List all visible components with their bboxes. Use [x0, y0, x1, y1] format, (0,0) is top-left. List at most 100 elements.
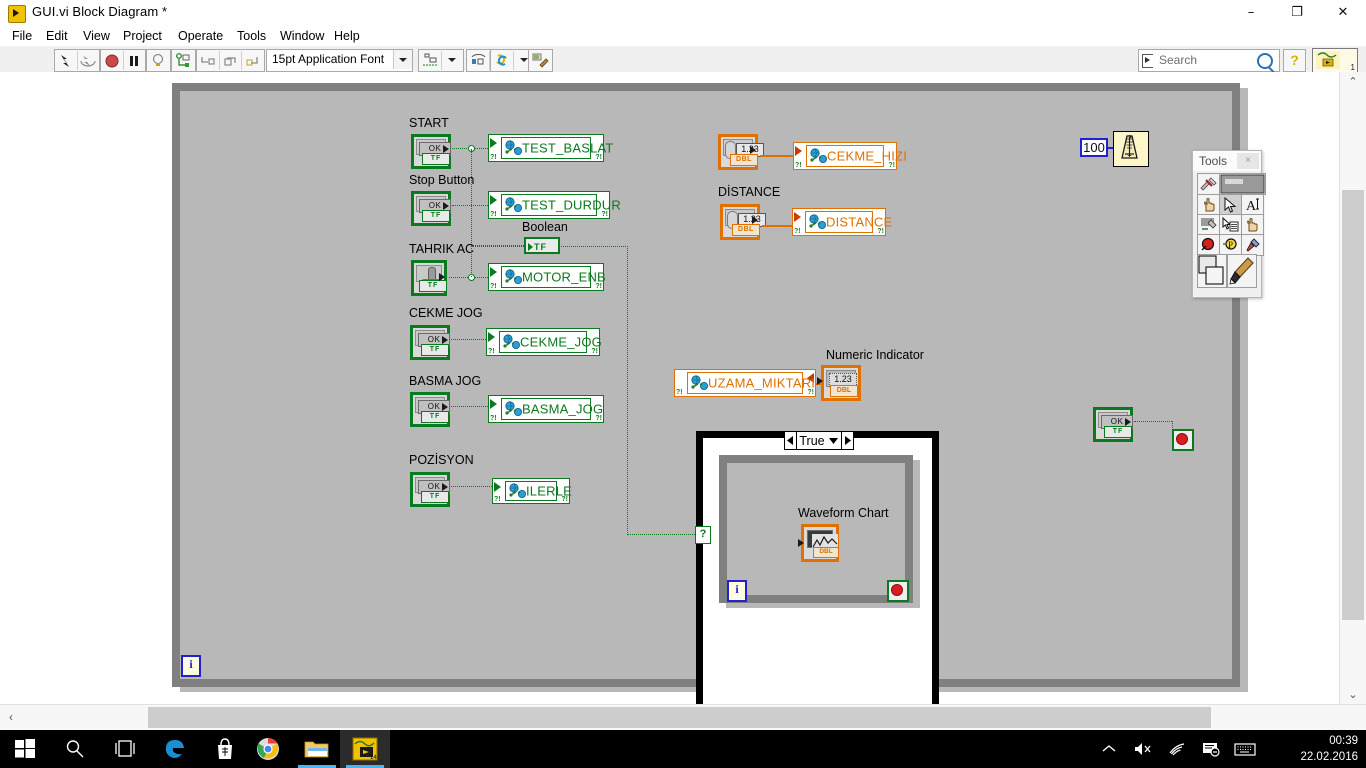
- menu-project[interactable]: Project: [117, 26, 168, 46]
- step-into-button[interactable]: [197, 51, 220, 70]
- horizontal-scroll-thumb[interactable]: [148, 707, 1211, 728]
- maximize-button[interactable]: ❐: [1274, 0, 1320, 26]
- edit-text-icon[interactable]: A: [1241, 194, 1264, 216]
- menu-tools[interactable]: Tools: [231, 26, 272, 46]
- touch-keyboard-icon[interactable]: [1228, 730, 1262, 768]
- inner-loop-stop-terminal[interactable]: [887, 580, 909, 602]
- case-selector-terminal[interactable]: ?: [695, 526, 711, 544]
- shared-variable-ilerle[interactable]: ILERLE ?! ?!: [492, 478, 572, 504]
- tools-palette-close-icon[interactable]: ×: [1237, 153, 1259, 169]
- wire-start-out[interactable]: [452, 148, 469, 149]
- wire-tahrik-to-bool-up[interactable]: [471, 245, 472, 277]
- align-objects-button[interactable]: [419, 51, 442, 70]
- inner-loop-iteration-terminal[interactable]: i: [727, 580, 747, 602]
- highlight-execution-button[interactable]: [147, 51, 169, 70]
- case-prev-arrow-icon[interactable]: [785, 432, 798, 449]
- action-center-icon[interactable]: [1194, 730, 1228, 768]
- case-dropdown-arrow-icon[interactable]: [827, 432, 841, 449]
- wait-constant-100[interactable]: 100: [1080, 138, 1108, 157]
- run-continuously-button[interactable]: [78, 51, 100, 70]
- shared-variable-test-durdur[interactable]: TEST_DURDUR ?! ?!: [488, 191, 621, 219]
- context-help-button[interactable]: ?: [1283, 49, 1306, 72]
- network-wifi-icon[interactable]: [1160, 730, 1194, 768]
- retain-wire-values-button[interactable]: [172, 51, 194, 70]
- vertical-scrollbar[interactable]: ⌃ ⌄: [1339, 72, 1366, 705]
- clock[interactable]: 00:39 22.02.2016: [1300, 733, 1358, 765]
- set-color-icon[interactable]: [1197, 254, 1227, 288]
- vi-icon-badge[interactable]: 1: [1312, 48, 1358, 73]
- waveform-chart-terminal[interactable]: DBL: [798, 524, 839, 562]
- shared-variable-motor-enb[interactable]: MOTOR_ENB ?! ?!: [488, 263, 606, 291]
- edge-browser-button[interactable]: [150, 730, 200, 768]
- labview-taskbar-button[interactable]: 14: [340, 730, 390, 768]
- pause-button[interactable]: [124, 51, 146, 70]
- block-diagram-canvas[interactable]: i START OK TF TEST_BASLAT ?! ?! Stop But…: [0, 72, 1340, 705]
- position-size-select-icon[interactable]: [1219, 194, 1242, 216]
- control-terminal-cekme-jog[interactable]: OK TF: [410, 325, 450, 360]
- shared-variable-cekme-hizi[interactable]: CEKME_HIZI ?! ?!: [793, 142, 907, 170]
- shared-variable-uzama-miktari[interactable]: UZAMA_MIKTARI ?! ?!: [674, 369, 816, 397]
- font-selector[interactable]: 15pt Application Font: [266, 49, 413, 72]
- menu-window[interactable]: Window: [274, 26, 330, 46]
- scroll-down-button[interactable]: ⌄: [1340, 685, 1366, 705]
- case-next-arrow-icon[interactable]: [840, 432, 853, 449]
- close-button[interactable]: ✕: [1320, 0, 1366, 26]
- wire-stop-to-var[interactable]: [452, 205, 488, 206]
- operate-value-icon[interactable]: [1197, 194, 1220, 216]
- step-over-button[interactable]: [220, 51, 243, 70]
- control-terminal-tahrik-ac[interactable]: TF: [411, 260, 447, 296]
- control-terminal-stop-button[interactable]: OK TF: [411, 191, 451, 226]
- numeric-control-cekme-hizi[interactable]: 1.23 DBL: [718, 134, 764, 170]
- menu-file[interactable]: File: [6, 26, 38, 46]
- start-button[interactable]: [0, 730, 50, 768]
- automatic-tool-indicator[interactable]: [1219, 173, 1266, 195]
- connect-wire-icon[interactable]: [1197, 214, 1220, 236]
- reorder-button[interactable]: [491, 51, 514, 70]
- run-button[interactable]: [55, 51, 78, 70]
- shared-variable-basma-jog[interactable]: BASMA_JOG ?! ?!: [488, 395, 604, 423]
- numeric-indicator-terminal[interactable]: 1.23 DBL: [817, 365, 861, 401]
- probe-data-icon[interactable]: P: [1219, 234, 1242, 256]
- search-icon[interactable]: [1257, 53, 1273, 69]
- horizontal-scrollbar[interactable]: ‹ ›: [0, 704, 1366, 730]
- menu-view[interactable]: View: [77, 26, 116, 46]
- control-terminal-start[interactable]: OK TF: [411, 134, 451, 169]
- automatic-tool-selection-icon[interactable]: [1197, 173, 1220, 195]
- wire-to-case-down[interactable]: [627, 246, 628, 535]
- get-set-color-icon[interactable]: [1241, 234, 1264, 256]
- wire-to-case-selector[interactable]: [627, 534, 701, 535]
- distribute-objects-button[interactable]: [467, 51, 490, 70]
- wait-ms-function[interactable]: [1113, 131, 1149, 167]
- step-out-button[interactable]: [242, 51, 264, 70]
- paint-brush-icon[interactable]: [1227, 254, 1257, 288]
- wire-stop-to-loop-condition[interactable]: [1134, 421, 1172, 422]
- scroll-window-icon[interactable]: [1241, 214, 1264, 236]
- search-box[interactable]: Search: [1138, 49, 1280, 72]
- outer-loop-stop-terminal[interactable]: [1172, 429, 1194, 451]
- outer-loop-iteration-terminal[interactable]: i: [181, 655, 201, 677]
- scroll-left-button[interactable]: ‹: [0, 705, 22, 730]
- wire-tahrik-to-bool-right[interactable]: [471, 245, 524, 246]
- tools-palette[interactable]: Tools × A P: [1192, 150, 1266, 298]
- wire-cekme-jog[interactable]: [451, 339, 486, 340]
- wire-start-branch-down[interactable]: [471, 149, 472, 247]
- vertical-scroll-thumb[interactable]: [1342, 190, 1364, 620]
- control-terminal-basma-jog[interactable]: OK TF: [410, 392, 450, 427]
- set-clear-breakpoint-icon[interactable]: [1197, 234, 1220, 256]
- minimize-button[interactable]: –: [1228, 0, 1274, 26]
- google-chrome-button[interactable]: [243, 730, 293, 768]
- search-taskbar-button[interactable]: [50, 730, 100, 768]
- boolean-indicator-terminal[interactable]: TF: [524, 237, 560, 254]
- wire-tahrik-out[interactable]: [449, 277, 468, 278]
- shared-variable-test-baslat[interactable]: TEST_BASLAT ?! ?!: [488, 134, 613, 162]
- abort-execution-button[interactable]: [101, 51, 124, 70]
- shared-variable-cekme-jog[interactable]: CEKME_JOG ?! ?!: [486, 328, 602, 356]
- wire-start-to-var[interactable]: [475, 148, 488, 149]
- wire-tahrik-to-var[interactable]: [475, 277, 488, 278]
- loop-stop-control-terminal[interactable]: OK TF: [1093, 407, 1133, 442]
- file-explorer-button[interactable]: [292, 730, 342, 768]
- object-shortcut-menu-icon[interactable]: [1219, 214, 1242, 236]
- wire-pozisyon[interactable]: [451, 486, 492, 487]
- wire-basma-jog[interactable]: [451, 406, 488, 407]
- scroll-up-button[interactable]: ⌃: [1340, 72, 1366, 92]
